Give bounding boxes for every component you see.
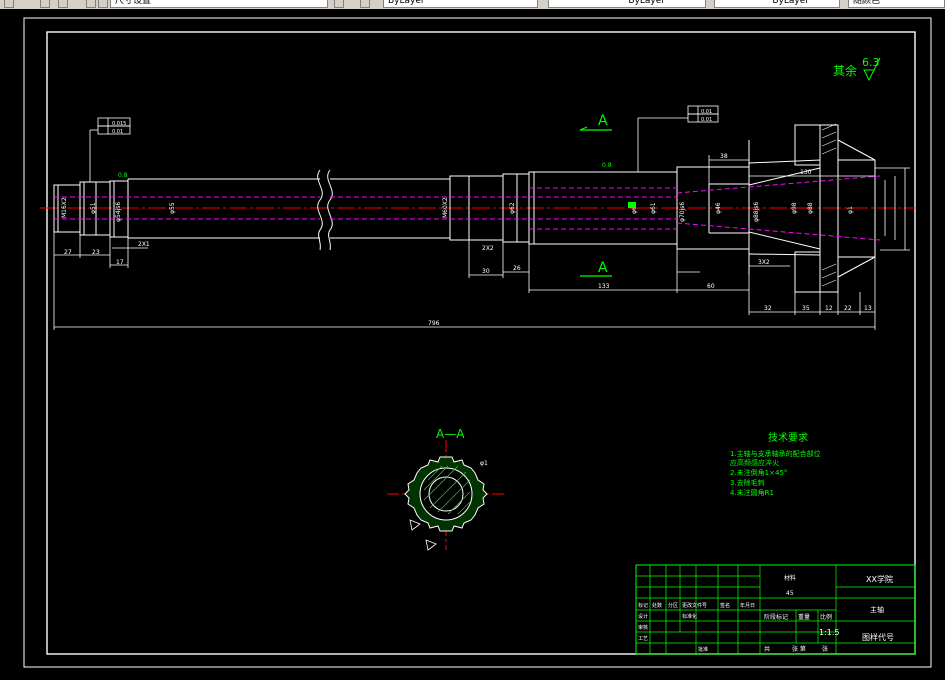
tb-process-label: 工艺 <box>638 636 648 642</box>
dim-d88b: φ88 <box>807 202 814 214</box>
tb-check-label: 审核 <box>638 624 648 631</box>
section-mark-top: A <box>598 113 608 129</box>
dim-d54: φ54js6 <box>115 202 122 222</box>
dim-38: 38 <box>720 153 728 160</box>
dim-m16x2: M16X2 <box>61 197 68 218</box>
section-dim: φ1 <box>480 460 488 467</box>
tech-item: 应高频感应淬火 <box>730 458 779 467</box>
toolbar-button[interactable] <box>4 0 14 8</box>
dim-d51: φ51 <box>90 202 97 214</box>
dim-22: 22 <box>844 305 852 312</box>
tb-row-label: 分区 <box>668 602 678 609</box>
dim-27: 27 <box>64 249 72 256</box>
dim-12: 12 <box>825 305 833 312</box>
dim-130: 130 <box>800 169 812 176</box>
toolbar-button[interactable] <box>334 0 344 8</box>
tb-scale: 1:1.5 <box>819 628 840 637</box>
tb-part-name: 主轴 <box>870 605 884 614</box>
toolbar-button[interactable] <box>98 0 108 8</box>
toolbar: 尺寸设置 ByLayer ByLayer ByLayer 随颜色 <box>0 0 945 9</box>
fc-value-4: 0.01 <box>701 117 712 123</box>
dim-d61: φ61 <box>650 202 657 214</box>
tb-row-label: 更改文件号 <box>682 602 707 609</box>
tech-item: 1.主轴与支承轴承的配合部位 <box>730 449 821 458</box>
tech-item: 2.未注倒角1×45° <box>730 468 787 477</box>
section-view-label: A—A <box>436 427 465 441</box>
dim-d55: φ55 <box>169 202 176 214</box>
dim-13: 13 <box>864 305 872 312</box>
tech-item: 4.未注圆角R1 <box>730 488 774 497</box>
dim-30: 30 <box>482 268 490 275</box>
toolbar-button[interactable] <box>86 0 96 8</box>
tb-sheet-label: 张 第 <box>792 645 806 653</box>
roughness-prefix: 其余 <box>833 63 857 78</box>
cad-drawing: 其余 6.3 M16X2 φ51 φ54js6 φ55 M60X2 φ62 φ6… <box>0 9 945 676</box>
fc-value-2: 0.01 <box>112 129 123 135</box>
section-mark-bottom: A <box>598 260 608 276</box>
dim-60: 60 <box>707 283 715 290</box>
fc-value-3: 0.01 <box>701 109 712 115</box>
dim-35: 35 <box>802 305 810 312</box>
dim-2x2: 2X2 <box>482 245 494 252</box>
text-style-combo[interactable]: 尺寸设置 <box>110 0 328 8</box>
dim-17: 17 <box>116 259 124 266</box>
tb-row-label: 年月日 <box>740 602 755 609</box>
drawing-canvas[interactable]: 其余 6.3 M16X2 φ51 φ54js6 φ55 M60X2 φ62 φ6… <box>0 9 945 676</box>
fc-value-1: 0.015 <box>112 121 126 127</box>
tol-label-2: 0.8 <box>602 162 612 169</box>
dim-m60x2: M60X2 <box>442 197 449 218</box>
dim-d70: φ70js6 <box>679 202 686 222</box>
roughness-mark-icon <box>628 202 636 208</box>
tb-drawing-no: 图样代号 <box>862 632 894 642</box>
tb-sheet-unit: 张 <box>822 645 828 653</box>
tb-weight-label: 重量 <box>798 613 810 621</box>
tb-row-label: 处数 <box>652 602 662 609</box>
toolbar-button[interactable] <box>58 0 68 8</box>
tech-title: 技术要求 <box>768 431 808 444</box>
tb-row-label: 标记 <box>638 602 648 609</box>
tech-item: 3.去除毛刺 <box>730 478 765 487</box>
dim-32: 32 <box>764 305 772 312</box>
dim-2x1: 2X1 <box>138 241 150 248</box>
toolbar-button[interactable] <box>40 0 50 8</box>
plotstyle-combo[interactable]: 随颜色 <box>848 0 945 8</box>
lineweight-combo[interactable]: ByLayer <box>714 0 840 8</box>
dim-d88: φ88js6 <box>753 202 760 222</box>
tb-stage-label: 阶段标记 <box>764 613 788 621</box>
dim-d98: φ98 <box>791 202 798 214</box>
tb-sheet-total: 共 <box>764 645 770 653</box>
toolbar-button[interactable] <box>360 0 370 8</box>
dim-d62: φ62 <box>509 202 516 214</box>
dim-133: 133 <box>598 283 610 290</box>
tb-material: 45 <box>786 590 794 597</box>
tb-approve-label: 批准 <box>698 646 708 653</box>
dim-3x2: 3X2 <box>758 259 770 266</box>
roughness-value: 6.3 <box>862 56 880 69</box>
dim-26: 26 <box>513 265 521 272</box>
tb-standard-label: 标准化 <box>682 613 697 620</box>
tb-design-label: 设计 <box>638 613 648 620</box>
dim-d-right: φ1 <box>847 206 854 214</box>
tb-row-label: 签名 <box>720 602 730 609</box>
dim-total: 796 <box>428 320 440 327</box>
linetype-combo[interactable]: ByLayer <box>548 0 706 8</box>
tb-material-label: 材料 <box>784 574 796 582</box>
tb-school: XX学院 <box>866 574 893 584</box>
dim-23: 23 <box>92 249 100 256</box>
dim-d46: φ46 <box>715 202 722 214</box>
tol-label-1: 0.8 <box>118 172 128 179</box>
tb-ratio-label: 比例 <box>820 613 832 621</box>
layer-combo[interactable]: ByLayer <box>383 0 538 8</box>
